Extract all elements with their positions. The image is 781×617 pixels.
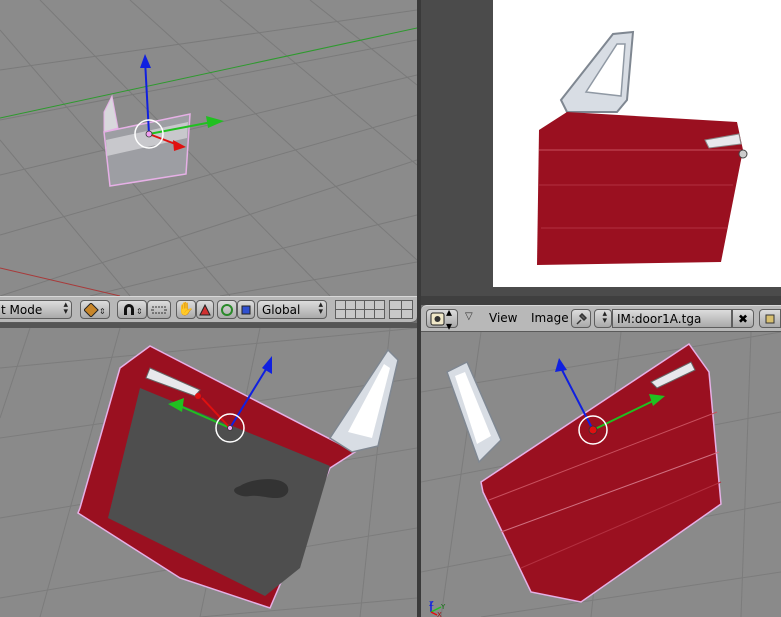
layer-cell[interactable] xyxy=(390,301,401,309)
pin-image-button[interactable] xyxy=(571,309,591,328)
viewport-top-left[interactable] xyxy=(0,0,417,296)
snap-settings-button[interactable] xyxy=(147,300,171,319)
layer-cell[interactable] xyxy=(355,301,365,309)
layer-cell[interactable] xyxy=(390,310,401,318)
manipulator-toggle[interactable]: ✋ xyxy=(176,300,196,319)
triangle-icon xyxy=(199,303,211,315)
translate-manipulator-button[interactable] xyxy=(196,300,214,319)
image-editor-canvas xyxy=(421,0,781,296)
axis-label-z: Z xyxy=(429,600,434,608)
axis-label-y: Y xyxy=(440,603,446,611)
editor-type-arrows-icon: ▴ ▾ xyxy=(446,304,453,333)
image-browse-button[interactable]: ▴ ▾ xyxy=(594,309,612,328)
snap-toggle[interactable]: ⇕ xyxy=(117,300,147,319)
object-type-button[interactable]: ⇕ xyxy=(80,300,110,319)
image-editor-icon xyxy=(430,312,445,325)
object-icon: ⇕ xyxy=(84,302,106,317)
image-settings-icon xyxy=(765,314,775,323)
unlink-image-button[interactable]: ✖ xyxy=(732,309,754,328)
rotate-manipulator-button[interactable] xyxy=(217,300,237,319)
viewport-bottom-left[interactable] xyxy=(0,328,417,617)
layer-cell[interactable] xyxy=(401,301,412,309)
layer-cell[interactable] xyxy=(365,301,375,309)
image-name: IM:door1A.tga xyxy=(617,311,702,326)
svg-text:⇕: ⇕ xyxy=(99,307,106,316)
layer-cell[interactable] xyxy=(345,310,355,318)
image-editor-area[interactable] xyxy=(421,0,781,296)
layer-cell[interactable] xyxy=(401,310,412,318)
menu-image[interactable]: Image xyxy=(531,311,569,325)
pin-icon xyxy=(576,312,587,325)
viewport-bottom-left-canvas xyxy=(0,328,417,617)
header-collapse-icon[interactable]: ▽ xyxy=(465,311,473,322)
layer-cell[interactable] xyxy=(336,310,345,318)
snap-grid-icon xyxy=(151,306,167,313)
mode-label: t Mode xyxy=(1,302,43,317)
layer-cell[interactable] xyxy=(355,310,365,318)
circle-icon xyxy=(221,303,233,316)
orientation-label: Global xyxy=(262,302,301,317)
editor-type-button[interactable]: ▴ ▾ xyxy=(426,305,458,333)
axis-label-x: X xyxy=(437,611,442,617)
image-editor-header: ▴ ▾ ▽ View Image ▴ ▾ IM:door1A.tga ✖ xyxy=(421,305,781,333)
orientation-selector[interactable]: Global ▴ ▾ xyxy=(257,300,327,319)
magnet-icon: ⇕ xyxy=(124,303,143,316)
layer-cell[interactable] xyxy=(365,310,375,318)
menu-view[interactable]: View xyxy=(489,311,517,325)
mode-selector[interactable]: t Mode ▴ ▾ xyxy=(0,300,72,319)
viewport-bottom-right-canvas: Z Y X xyxy=(421,332,781,617)
square-icon xyxy=(241,305,251,314)
viewport-top-left-canvas xyxy=(0,0,417,296)
layer-cell[interactable] xyxy=(345,301,355,309)
image-name-field[interactable]: IM:door1A.tga xyxy=(612,309,732,328)
hand-icon: ✋ xyxy=(177,302,195,317)
close-icon: ✖ xyxy=(737,311,749,326)
layers-grid-2[interactable] xyxy=(389,300,413,319)
svg-text:⇕: ⇕ xyxy=(136,307,143,316)
view3d-header-left: t Mode ▴ ▾ ⇕ ⇕ ✋ Global ▴ ▾ xyxy=(0,296,417,323)
orientation-arrows-icon: ▴ ▾ xyxy=(318,300,323,317)
layers-grid[interactable] xyxy=(335,300,385,319)
layer-cell[interactable] xyxy=(375,310,384,318)
image-browse-arrows-icon: ▴ ▾ xyxy=(602,309,607,326)
image-extra-button[interactable] xyxy=(759,309,781,328)
mode-arrows-icon: ▴ ▾ xyxy=(63,300,68,317)
horizontal-split-right[interactable] xyxy=(421,296,781,305)
viewport-bottom-right[interactable]: Z Y X xyxy=(421,332,781,617)
layers-icon xyxy=(336,301,345,309)
scale-manipulator-button[interactable] xyxy=(237,300,255,319)
layer-cell[interactable] xyxy=(375,301,384,309)
